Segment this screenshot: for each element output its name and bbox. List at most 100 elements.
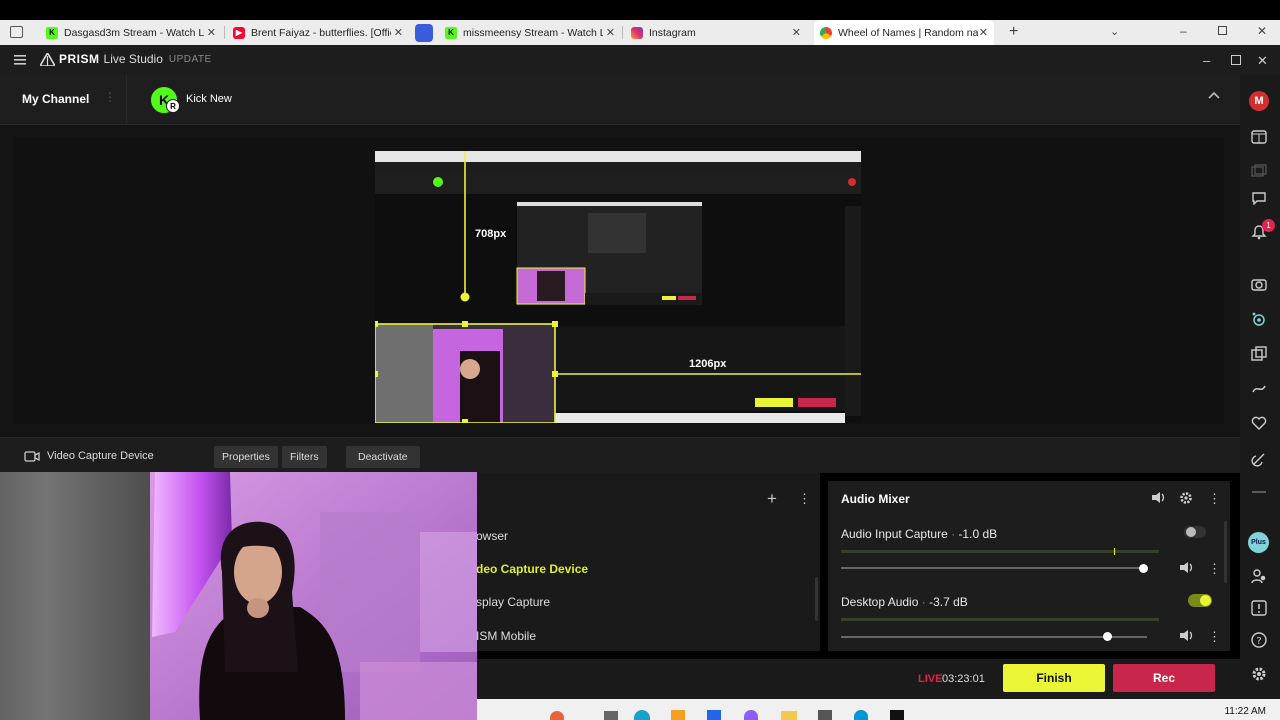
notification-badge: 1 (1262, 219, 1275, 232)
filters-button[interactable]: Filters (282, 446, 327, 468)
menu-icon[interactable] (14, 55, 26, 65)
messenger-icon[interactable] (744, 710, 758, 720)
volume-slider[interactable] (841, 636, 1147, 638)
sources-more-icon[interactable]: ⋮ (798, 491, 811, 507)
platform-name: Kick New (186, 93, 232, 105)
app-close-icon[interactable]: ✕ (1257, 53, 1268, 69)
chat-icon[interactable] (1249, 188, 1269, 208)
channel-more-icon[interactable]: ⋮ (104, 90, 116, 104)
audio-mixer-panel: Audio Mixer ⋮ Audio Input Capture · -1.0… (828, 481, 1230, 651)
restore-icon[interactable] (1218, 26, 1227, 35)
camera-icon[interactable] (1249, 274, 1269, 294)
folder-icon[interactable] (781, 711, 797, 720)
channel-more-icon[interactable]: ⋮ (1208, 561, 1221, 577)
source-item[interactable]: ISM Mobile (476, 629, 536, 643)
svg-text:?: ? (1256, 636, 1261, 647)
tab-actions-icon[interactable] (10, 26, 23, 38)
mixer-scrollbar[interactable] (1224, 521, 1227, 583)
app-title-bar: PRISM Live Studio UPDATE – ✕ (0, 45, 1280, 75)
deactivate-button[interactable]: Deactivate (346, 446, 420, 468)
properties-button[interactable]: Properties (214, 446, 278, 468)
tab-title: Dasgasd3m Stream - Watch Live (64, 26, 204, 39)
settings-gear-icon[interactable] (1249, 664, 1269, 684)
app-minimize-icon[interactable]: – (1203, 53, 1210, 68)
source-item[interactable]: splay Capture (476, 595, 550, 609)
finish-button[interactable]: Finish (1003, 664, 1105, 692)
avatar[interactable]: M (1249, 91, 1269, 111)
tab-search-icon[interactable]: ⌄ (1110, 25, 1119, 38)
screen-top-bar (0, 0, 1280, 20)
edge-icon[interactable] (634, 710, 650, 720)
chevron-up-icon[interactable] (1208, 91, 1220, 99)
sources-icon[interactable] (1249, 344, 1269, 364)
users-icon[interactable] (1249, 566, 1269, 586)
sources-scrollbar[interactable] (815, 577, 818, 621)
plus-badge[interactable]: Plus (1248, 532, 1269, 553)
audio-channel-label: Audio Input Capture · -1.0 dB (841, 527, 998, 541)
my-channel-label[interactable]: My Channel (22, 92, 89, 106)
layout-icon[interactable] (1249, 127, 1269, 147)
speaker-icon[interactable] (1151, 491, 1166, 504)
taskbar-app-icon[interactable] (671, 710, 685, 720)
broadcast-bar: LIVE 03:23:01 Finish Rec (476, 659, 1240, 699)
kick-favicon-icon: K (445, 26, 457, 39)
youtube-favicon-icon: ▶ (233, 26, 245, 39)
app-maximize-icon[interactable] (1231, 55, 1241, 65)
preview-canvas[interactable]: 708px 1206px (375, 151, 861, 423)
update-link[interactable]: UPDATE (169, 54, 212, 65)
mixer-settings-gear-icon[interactable] (1179, 491, 1193, 505)
channel-toggle-off[interactable] (1184, 526, 1206, 538)
heart-icon[interactable] (1249, 413, 1269, 433)
volume-slider-handle[interactable] (1139, 564, 1149, 573)
channel-more-icon[interactable]: ⋮ (1208, 629, 1221, 645)
source-item[interactable]: owser (476, 529, 508, 543)
close-window-icon[interactable]: ✕ (1257, 24, 1267, 38)
rec-button[interactable]: Rec (1113, 664, 1215, 692)
source-item-selected[interactable]: deo Capture Device (476, 562, 588, 576)
close-icon[interactable]: ✕ (979, 26, 988, 39)
close-icon[interactable]: ✕ (792, 26, 801, 39)
multiview-icon[interactable] (1249, 161, 1269, 181)
help-icon[interactable]: ? (1249, 630, 1269, 650)
speaker-icon[interactable] (1179, 561, 1194, 574)
speaker-icon[interactable] (1179, 629, 1194, 642)
browser-tab-2[interactable]: ▶ Brent Faiyaz - butterflies. [Official … (233, 20, 403, 45)
source-toolbar: Video Capture Device Properties Filters … (0, 437, 1240, 473)
webcam-overlay (0, 472, 477, 720)
prism-taskbar-icon[interactable] (890, 710, 904, 720)
alert-icon[interactable] (1249, 598, 1269, 618)
browser-tab-1[interactable]: K Dasgasd3m Stream - Watch Live ✕ (46, 20, 216, 45)
kick-favicon-icon: K (46, 26, 58, 39)
browser-tab-4[interactable]: K missmeensy Stream - Watch Live ✕ (445, 20, 615, 45)
add-source-icon[interactable]: + (767, 489, 777, 509)
chrome-favicon-icon (820, 26, 832, 39)
close-icon[interactable]: ✕ (207, 26, 216, 39)
taskbar-app-icon[interactable] (707, 710, 721, 720)
browser-tab-6-active[interactable]: Wheel of Names | Random name ✕ (814, 20, 994, 45)
audio-level-meter (841, 618, 1159, 621)
more-tools-icon[interactable] (1249, 482, 1269, 502)
hp-icon[interactable] (854, 710, 868, 720)
browser-tab-5[interactable]: Instagram ✕ (631, 20, 801, 45)
close-icon[interactable]: ✕ (394, 26, 403, 39)
taskbar-app-icon[interactable] (550, 711, 564, 720)
minimize-icon[interactable]: – (1180, 24, 1187, 38)
volume-slider-handle[interactable] (1102, 632, 1112, 641)
nested-preview-image (375, 151, 861, 423)
app-name: PRISM (59, 52, 100, 66)
effects-icon[interactable] (1249, 309, 1269, 329)
taskbar-app-icon[interactable] (818, 710, 832, 720)
selected-source-name: Video Capture Device (47, 450, 154, 462)
taskbar-app-icon[interactable] (604, 711, 618, 720)
volume-slider[interactable] (841, 567, 1147, 569)
channel-toggle-on[interactable] (1188, 594, 1212, 607)
sticker-icon[interactable] (1249, 449, 1269, 469)
draw-icon[interactable] (1249, 378, 1269, 398)
new-tab-icon[interactable]: + (1009, 23, 1018, 41)
browser-tab-3[interactable] (415, 20, 435, 45)
audio-channel-label: Desktop Audio · -3.7 dB (841, 595, 968, 609)
live-timer: 03:23:01 (942, 673, 985, 685)
mixer-more-icon[interactable]: ⋮ (1208, 491, 1221, 507)
webcam-feed-image (0, 472, 477, 720)
close-icon[interactable]: ✕ (606, 26, 615, 39)
